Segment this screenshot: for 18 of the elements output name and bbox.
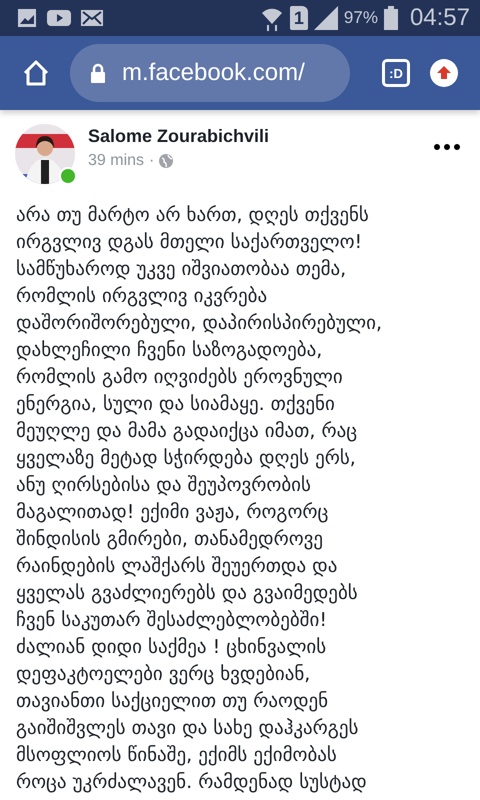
battery-percent: 97% [344,8,378,28]
video-icon [47,9,71,27]
battery-icon [384,6,398,30]
tabs-button[interactable]: :D [382,59,410,87]
author-name[interactable]: Salome Zourabichvili [88,126,434,147]
mail-icon [81,10,103,26]
more-options-icon[interactable] [434,144,460,150]
gallery-icon [17,8,37,28]
home-icon[interactable] [22,59,50,87]
clock: 04:57 [410,4,470,32]
globe-icon [159,154,174,168]
post-text: არა თუ მარტო არ ხართ, დღეს თქვენს ირგვლივ დგას მთელი საქართველო! სამწუხაროდ უკვე იშვიათობაა თემა, რომლის ირგვლივ იკვრება დაშორიშორებული, დაპირისპირებული, დახლეჩილი ჩვენი საზოგადოება, რომლის გამო იღვიძებს ეროვნული ენერგია, სული და სიამაყე. თქვენი მეუღლე და მამა გადაიქცა იმათ, რაც ყველაზე მეტად სჭირდება დღეს ერს, ანუ ღირსებისა და შეუპოვრობის მაგალითად! ექიმი ვაჟა, როგორც შინდისის გმირები, თანამედროვე რაინდების ლაშქარს შეუერთდა და ყველას გვაძლიერებს და გვაიმედებს ჩვენ საკუთარ შესაძლებლობებში! ძალიან დიდი საქმეა ! ცხინვალის დეფაკტოელები ვერც ხვდებიან, თავიანთი საქციელით თუ რაოდენ გაიშიშვლეს თავი და სახე დაჰკარგეს მსოფლიოს წინაშე, ექიმს ექიმობას როცა უკრძალავენ. რამდენად სუსტად [16,203,384,795]
sim-indicator: 1 [290,6,308,30]
address-bar[interactable]: m.facebook.com/ [70,44,350,102]
lock-icon [90,63,106,83]
upload-icon[interactable] [430,59,458,87]
signal-icon [314,6,338,30]
separator-dot: · [149,152,154,170]
